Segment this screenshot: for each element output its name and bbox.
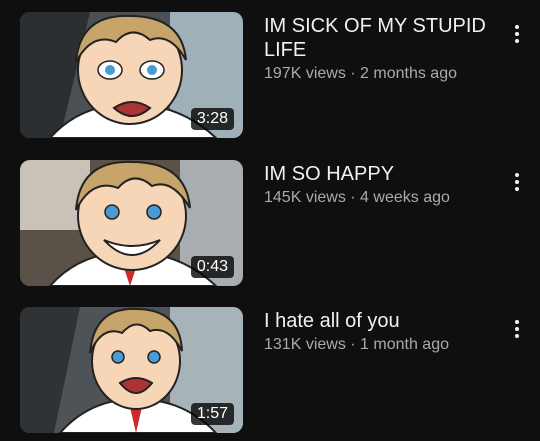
view-count: 145K views (264, 189, 346, 206)
more-vert-icon[interactable] (507, 315, 527, 343)
video-stats: 145K views · 4 weeks ago (264, 188, 500, 208)
meta-separator: · (345, 336, 361, 353)
video-item[interactable]: 0:43 IM SO HAPPY 145K views · 4 weeks ag… (0, 160, 540, 294)
upload-age: 4 weeks ago (360, 189, 450, 206)
video-stats: 197K views · 2 months ago (264, 64, 500, 84)
video-meta: IM SO HAPPY 145K views · 4 weeks ago (264, 162, 500, 208)
meta-separator: · (345, 189, 361, 206)
video-duration: 1:57 (190, 403, 234, 425)
video-title[interactable]: IM SO HAPPY (264, 162, 500, 186)
upload-age: 2 months ago (360, 65, 457, 82)
view-count: 131K views (264, 336, 346, 353)
view-count: 197K views (264, 65, 346, 82)
video-item[interactable]: 3:28 IM SICK OF MY STUPID LIFE 197K view… (0, 12, 540, 146)
video-item[interactable]: 1:57 I hate all of you 131K views · 1 mo… (0, 307, 540, 441)
meta-separator: · (345, 65, 361, 82)
more-vert-icon[interactable] (507, 168, 527, 196)
video-thumbnail[interactable]: 0:43 (20, 160, 243, 286)
video-thumbnail[interactable]: 3:28 (20, 12, 243, 138)
video-duration: 3:28 (190, 108, 234, 130)
video-duration: 0:43 (190, 256, 234, 278)
video-meta: I hate all of you 131K views · 1 month a… (264, 309, 500, 355)
more-vert-icon[interactable] (507, 20, 527, 48)
video-thumbnail[interactable]: 1:57 (20, 307, 243, 433)
video-title[interactable]: I hate all of you (264, 309, 500, 333)
video-title[interactable]: IM SICK OF MY STUPID LIFE (264, 14, 500, 62)
video-stats: 131K views · 1 month ago (264, 335, 500, 355)
upload-age: 1 month ago (360, 336, 449, 353)
video-meta: IM SICK OF MY STUPID LIFE 197K views · 2… (264, 14, 500, 84)
